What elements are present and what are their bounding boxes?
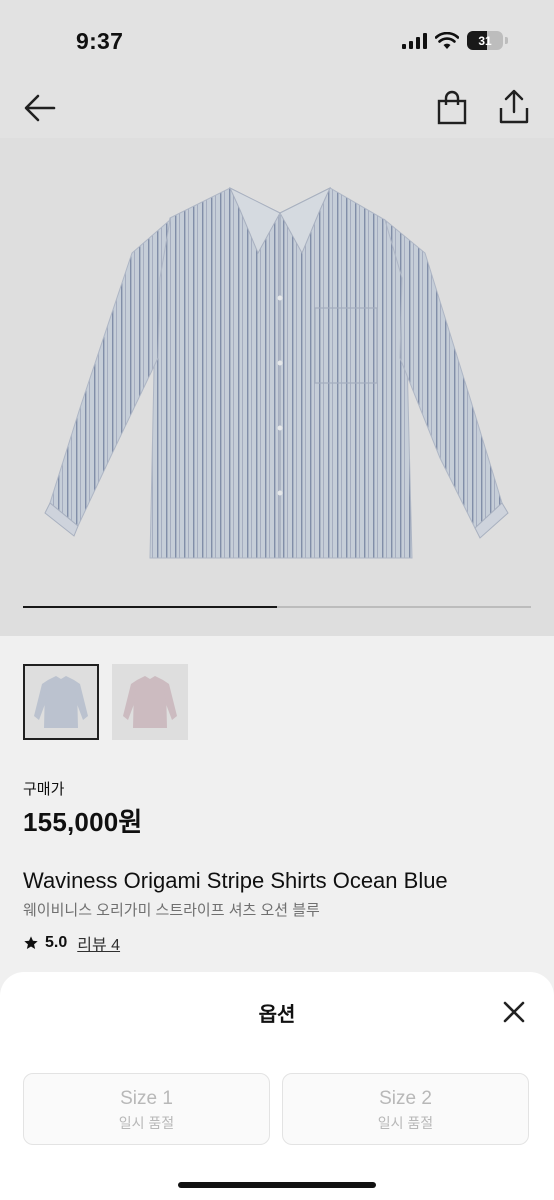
options-bottom-sheet: 옵션 Size 1 일시 품절 Size 2 일시 품절 (0, 972, 554, 1200)
close-icon[interactable] (500, 998, 528, 1026)
sheet-title: 옵션 (258, 1004, 296, 1026)
size-option-1[interactable]: Size 1 일시 품절 (23, 1073, 270, 1145)
size-option-status: 일시 품절 (377, 1115, 434, 1131)
size-option-label: Size 2 (379, 1088, 432, 1109)
size-option-status: 일시 품절 (118, 1115, 175, 1131)
size-options: Size 1 일시 품절 Size 2 일시 품절 (23, 1073, 529, 1145)
home-indicator[interactable] (178, 1182, 376, 1188)
size-option-label: Size 1 (120, 1088, 173, 1109)
size-option-2[interactable]: Size 2 일시 품절 (282, 1073, 529, 1145)
battery-level: 31 (478, 33, 492, 48)
